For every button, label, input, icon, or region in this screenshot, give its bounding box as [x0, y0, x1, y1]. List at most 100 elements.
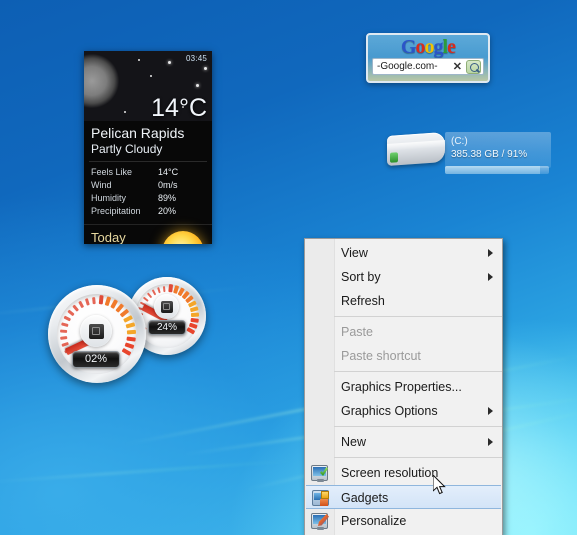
- gauge-tick: [84, 298, 90, 306]
- drive-info: (C:) 385.38 GB / 91%: [445, 132, 551, 168]
- weather-location: Pelican Rapids: [91, 125, 185, 141]
- search-input[interactable]: -Google.com-: [375, 61, 449, 72]
- weather-detail-row: Humidity 89%: [91, 192, 206, 205]
- menu-item-new[interactable]: New: [305, 430, 502, 454]
- logo-letter: g: [433, 36, 444, 58]
- detail-label: Humidity: [91, 193, 127, 203]
- weather-forecast: Today Day 27° / 16°: [84, 224, 212, 244]
- gauge-tick: [189, 306, 199, 312]
- logo-letter: o: [424, 36, 435, 58]
- menu-separator: [334, 316, 502, 317]
- gadgets-icon: [312, 490, 329, 506]
- weather-detail-row: Wind 0m/s: [91, 179, 206, 192]
- hard-drive-icon: [387, 131, 445, 167]
- logo-letter: e: [447, 36, 456, 58]
- detail-value: 14°C: [158, 167, 179, 177]
- menu-item-label: Sort by: [341, 270, 381, 284]
- personalize-icon: [311, 513, 329, 530]
- desktop-context-menu[interactable]: View Sort by Refresh Paste Paste shortcu…: [304, 238, 503, 535]
- menu-item-screen-resolution[interactable]: Screen resolution: [305, 461, 502, 485]
- weather-condition: Partly Cloudy: [91, 142, 163, 156]
- cpu-value-readout: 02%: [72, 351, 120, 368]
- clear-icon[interactable]: ✕: [449, 60, 466, 73]
- gauge-tick: [126, 336, 136, 342]
- drive-usage-fill: [445, 166, 540, 174]
- star-icon: [204, 67, 207, 70]
- magnifier-icon[interactable]: [466, 59, 481, 74]
- gauge-tick: [63, 316, 71, 322]
- weather-detail-list: Feels Like 14°C Wind 0m/s Humidity 89% P…: [84, 162, 212, 222]
- menu-separator: [334, 426, 502, 427]
- star-icon: [124, 111, 126, 113]
- memory-chip-icon: [160, 300, 173, 313]
- gauge-tick: [67, 309, 75, 317]
- menu-item-gadgets[interactable]: Gadgets: [306, 485, 501, 509]
- weather-detail-row: Precipitation 20%: [91, 205, 206, 218]
- menu-item-label: Graphics Properties...: [341, 380, 462, 394]
- gauge-tick: [151, 289, 157, 296]
- monitor-resolution-icon: [311, 465, 328, 482]
- menu-item-label: View: [341, 246, 368, 260]
- google-logo: Google: [368, 35, 488, 59]
- memory-value-readout: 24%: [148, 320, 186, 335]
- wallpaper-streak: [0, 458, 300, 485]
- gauge-tick: [121, 347, 132, 356]
- gauge-tick: [78, 300, 84, 309]
- menu-item-refresh[interactable]: Refresh: [305, 289, 502, 313]
- menu-item-label: Paste shortcut: [341, 349, 421, 363]
- menu-item-label: Graphics Options: [341, 404, 438, 418]
- gauge-hub: [80, 315, 112, 347]
- detail-label: Precipitation: [91, 206, 141, 216]
- cpu-chip-icon: [88, 323, 104, 339]
- gauge-tick: [162, 286, 166, 293]
- menu-item-graphics-properties[interactable]: Graphics Properties...: [305, 375, 502, 399]
- weather-sky-image: 03:45 14°C: [84, 51, 212, 121]
- detail-label: Wind: [91, 180, 112, 190]
- weather-gadget[interactable]: 03:45 14°C Pelican Rapids Partly Cloudy …: [84, 51, 212, 244]
- drive-meter-gadget[interactable]: (C:) 385.38 GB / 91%: [383, 128, 551, 176]
- gauge-tick: [142, 296, 149, 302]
- gauge-tick: [190, 312, 200, 317]
- menu-item-graphics-options[interactable]: Graphics Options: [305, 399, 502, 423]
- logo-letter: G: [400, 36, 417, 58]
- menu-item-label: Refresh: [341, 294, 385, 308]
- menu-item-label: New: [341, 435, 367, 449]
- menu-item-view[interactable]: View: [305, 241, 502, 265]
- gauge-hub: [154, 294, 179, 319]
- google-search-bar[interactable]: -Google.com- ✕: [372, 58, 484, 75]
- detail-label: Feels Like: [91, 167, 133, 177]
- menu-item-personalize[interactable]: Personalize: [305, 509, 502, 533]
- gauge-tick: [146, 292, 153, 299]
- gauge-tick: [72, 304, 79, 312]
- chevron-right-icon: [488, 438, 493, 446]
- gauge-tick: [186, 327, 196, 335]
- star-icon: [168, 61, 171, 64]
- star-icon: [196, 84, 199, 87]
- gauge-tick: [124, 342, 135, 350]
- gauge-tick: [60, 329, 68, 334]
- menu-item-paste: Paste: [305, 320, 502, 344]
- menu-item-label: Screen resolution: [341, 466, 439, 480]
- detail-value: 0m/s: [158, 180, 178, 190]
- gauge-tick: [157, 287, 161, 294]
- menu-separator: [334, 457, 502, 458]
- detail-value: 89%: [158, 193, 177, 203]
- gauge-tick: [61, 322, 69, 328]
- detail-value: 20%: [158, 206, 177, 216]
- google-search-gadget[interactable]: Google -Google.com- ✕: [366, 33, 490, 83]
- cpu-meter-gadget[interactable]: 02%: [48, 285, 146, 383]
- star-icon: [150, 75, 152, 77]
- menu-item-paste-shortcut: Paste shortcut: [305, 344, 502, 368]
- gauge-tick: [123, 315, 133, 323]
- gauge-tick: [168, 284, 173, 293]
- chevron-right-icon: [488, 273, 493, 281]
- drive-capacity: 385.38 GB / 91%: [451, 149, 528, 160]
- drive-usage-bar: [445, 166, 549, 174]
- desktop-background[interactable]: 03:45 14°C Pelican Rapids Partly Cloudy …: [0, 0, 577, 535]
- drive-label: (C:): [451, 136, 468, 147]
- chevron-right-icon: [488, 407, 493, 415]
- mouse-pointer: [433, 475, 446, 495]
- logo-letter: o: [415, 36, 426, 58]
- gauge-tick: [125, 322, 136, 329]
- menu-item-sort-by[interactable]: Sort by: [305, 265, 502, 289]
